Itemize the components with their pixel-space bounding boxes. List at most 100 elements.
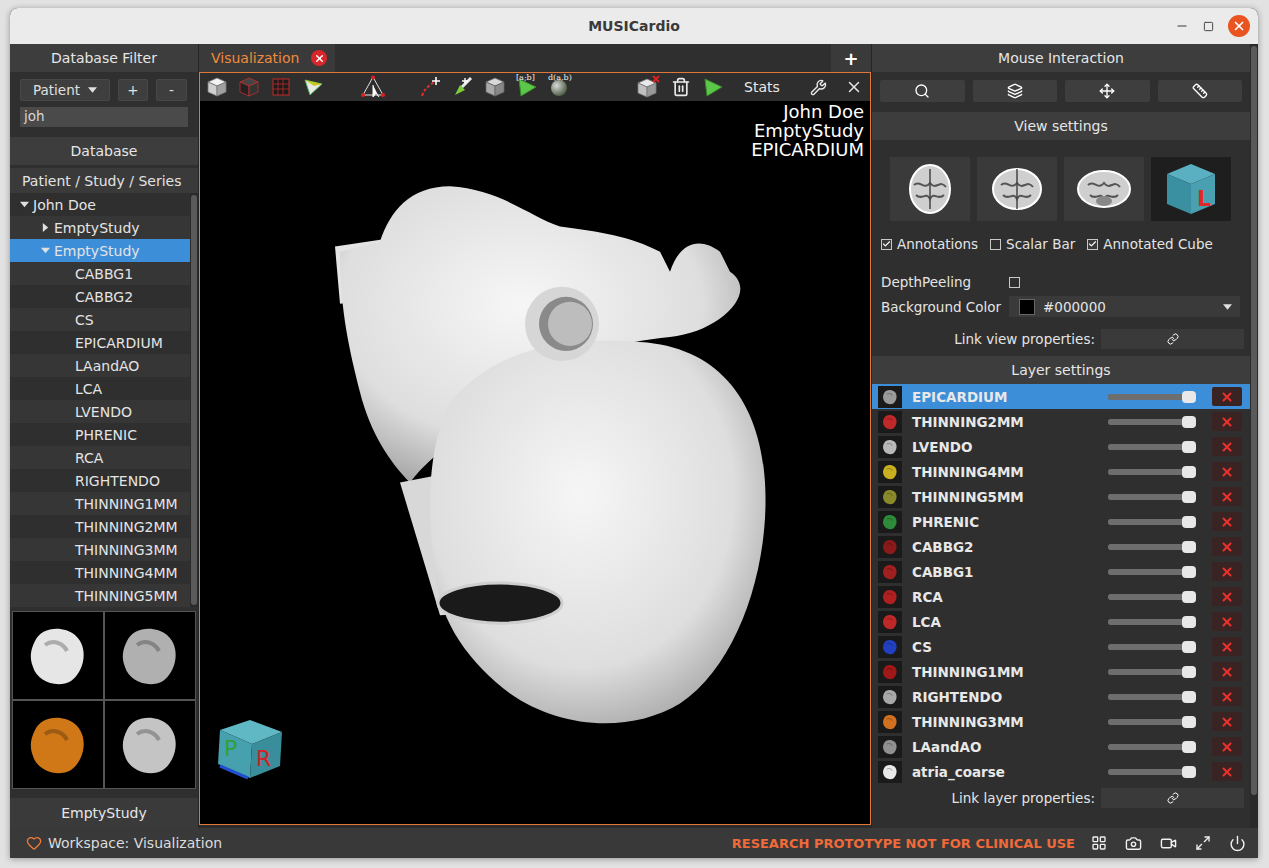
layers-mode-button[interactable] <box>973 80 1058 102</box>
tree-column-header[interactable]: Patient / Study / Series <box>10 168 198 193</box>
layer-row[interactable]: PHRENIC <box>872 509 1250 534</box>
remove-layer-button[interactable] <box>1212 712 1242 731</box>
opacity-slider[interactable] <box>1108 394 1196 400</box>
slider-handle[interactable] <box>1182 691 1196 703</box>
remove-layer-button[interactable] <box>1212 612 1242 631</box>
remove-layer-button[interactable] <box>1212 637 1242 656</box>
tree-expander[interactable] <box>39 245 51 257</box>
paint-brush-tool[interactable] <box>450 74 476 100</box>
close-viewer-button[interactable] <box>845 78 863 96</box>
mesh-triangle-tool[interactable] <box>300 74 326 100</box>
opacity-slider[interactable] <box>1108 669 1196 675</box>
layer-row[interactable]: THINNING4MM <box>872 459 1250 484</box>
opacity-slider[interactable] <box>1108 644 1196 650</box>
slider-handle[interactable] <box>1182 441 1196 453</box>
slider-handle[interactable] <box>1182 641 1196 653</box>
tree-expander[interactable] <box>39 222 51 234</box>
video-camera-icon[interactable] <box>1160 835 1177 852</box>
tree-expander[interactable] <box>60 383 72 395</box>
tree-item[interactable]: CABBG2 <box>10 285 190 308</box>
minimize-icon[interactable] <box>1175 19 1189 33</box>
tree-expander[interactable] <box>60 268 72 280</box>
tree-item[interactable]: EmptyStudy <box>10 239 190 262</box>
link-layer-button[interactable] <box>1101 788 1244 808</box>
clear-cube-tool[interactable] <box>636 74 662 100</box>
opacity-slider[interactable] <box>1108 619 1196 625</box>
view-orientation-button[interactable] <box>977 157 1057 221</box>
tree-item[interactable]: RCA <box>10 446 190 469</box>
layer-row[interactable]: LVENDO <box>872 434 1250 459</box>
opacity-slider[interactable] <box>1108 694 1196 700</box>
settings-scroll-thumb[interactable] <box>1251 46 1257 795</box>
opacity-slider[interactable] <box>1108 444 1196 450</box>
series-thumbnail[interactable] <box>105 701 195 788</box>
tree-expander[interactable] <box>60 475 72 487</box>
tree-item[interactable]: THINNING5MM <box>10 584 190 607</box>
expanded-arrow-icon[interactable] <box>20 200 29 209</box>
slider-handle[interactable] <box>1182 566 1196 578</box>
render-canvas[interactable]: John DoeEmptyStudyEPICARDIUMPR <box>200 101 870 824</box>
curve-add-tool[interactable] <box>418 74 444 100</box>
view-option-checkbox[interactable]: Annotations <box>881 236 978 252</box>
slider-handle[interactable] <box>1182 716 1196 728</box>
series-thumbnail[interactable] <box>13 701 103 788</box>
opacity-slider[interactable] <box>1108 594 1196 600</box>
opacity-slider[interactable] <box>1108 519 1196 525</box>
eraser-tool[interactable] <box>482 74 508 100</box>
tree-expander[interactable] <box>60 544 72 556</box>
layer-row[interactable]: LAandAO <box>872 734 1250 759</box>
expanded-arrow-icon[interactable] <box>41 246 50 255</box>
tree-item[interactable]: THINNING3MM <box>10 538 190 561</box>
tree-expander[interactable] <box>18 199 30 211</box>
link-view-button[interactable] <box>1101 329 1244 349</box>
opacity-slider[interactable] <box>1108 569 1196 575</box>
layout-grid-icon[interactable] <box>1091 835 1107 851</box>
remove-layer-button[interactable] <box>1212 512 1242 531</box>
opacity-slider[interactable] <box>1108 544 1196 550</box>
remove-layer-button[interactable] <box>1212 562 1242 581</box>
tree-item[interactable]: CABBG1 <box>10 262 190 285</box>
slider-handle[interactable] <box>1182 741 1196 753</box>
settings-button[interactable] <box>810 79 827 96</box>
tree-expander[interactable] <box>60 291 72 303</box>
tree-scrollbar[interactable] <box>190 193 198 607</box>
settings-scrollbar[interactable] <box>1250 44 1258 828</box>
tree-expander[interactable] <box>60 521 72 533</box>
add-filter-button[interactable]: + <box>118 79 148 101</box>
layer-row[interactable]: THINNING3MM <box>872 709 1250 734</box>
tree-item[interactable]: EPICARDIUM <box>10 331 190 354</box>
slider-handle[interactable] <box>1182 766 1196 778</box>
filter-search-field[interactable]: joh <box>20 107 188 127</box>
slider-handle[interactable] <box>1182 541 1196 553</box>
collapsed-arrow-icon[interactable] <box>41 223 50 232</box>
filter-field-dropdown[interactable]: Patient <box>20 79 110 101</box>
layer-row[interactable]: RCA <box>872 584 1250 609</box>
label-triangle-tool[interactable]: [a;b] <box>514 74 540 100</box>
grid-cube-tool[interactable] <box>268 74 294 100</box>
layer-row[interactable]: atria_coarse <box>872 759 1250 784</box>
tree-item[interactable]: THINNING4MM <box>10 561 190 584</box>
view-option-checkbox[interactable]: Annotated Cube <box>1087 236 1213 252</box>
layer-row[interactable]: THINNING1MM <box>872 659 1250 684</box>
tree-expander[interactable] <box>60 360 72 372</box>
power-icon[interactable] <box>1229 835 1246 852</box>
layer-row[interactable]: EPICARDIUM <box>872 384 1250 409</box>
close-window-button[interactable] <box>1228 15 1250 37</box>
slider-handle[interactable] <box>1182 616 1196 628</box>
opacity-slider[interactable] <box>1108 469 1196 475</box>
new-tab-button[interactable]: + <box>831 44 871 72</box>
green-triangle-tool[interactable] <box>700 74 726 100</box>
tree-expander[interactable] <box>60 567 72 579</box>
slider-handle[interactable] <box>1182 391 1196 403</box>
tree-expander[interactable] <box>60 590 72 602</box>
tree-expander[interactable] <box>60 314 72 326</box>
stats-button[interactable]: Stats <box>738 77 786 97</box>
workspace-tab[interactable]: Visualization <box>199 44 335 72</box>
layer-row[interactable]: CABBG1 <box>872 559 1250 584</box>
layer-row[interactable]: THINNING5MM <box>872 484 1250 509</box>
move-mode-button[interactable] <box>1065 80 1150 102</box>
tree-expander[interactable] <box>60 337 72 349</box>
remove-layer-button[interactable] <box>1212 537 1242 556</box>
camera-icon[interactable] <box>1125 835 1142 852</box>
view-orientation-button[interactable] <box>890 157 970 221</box>
